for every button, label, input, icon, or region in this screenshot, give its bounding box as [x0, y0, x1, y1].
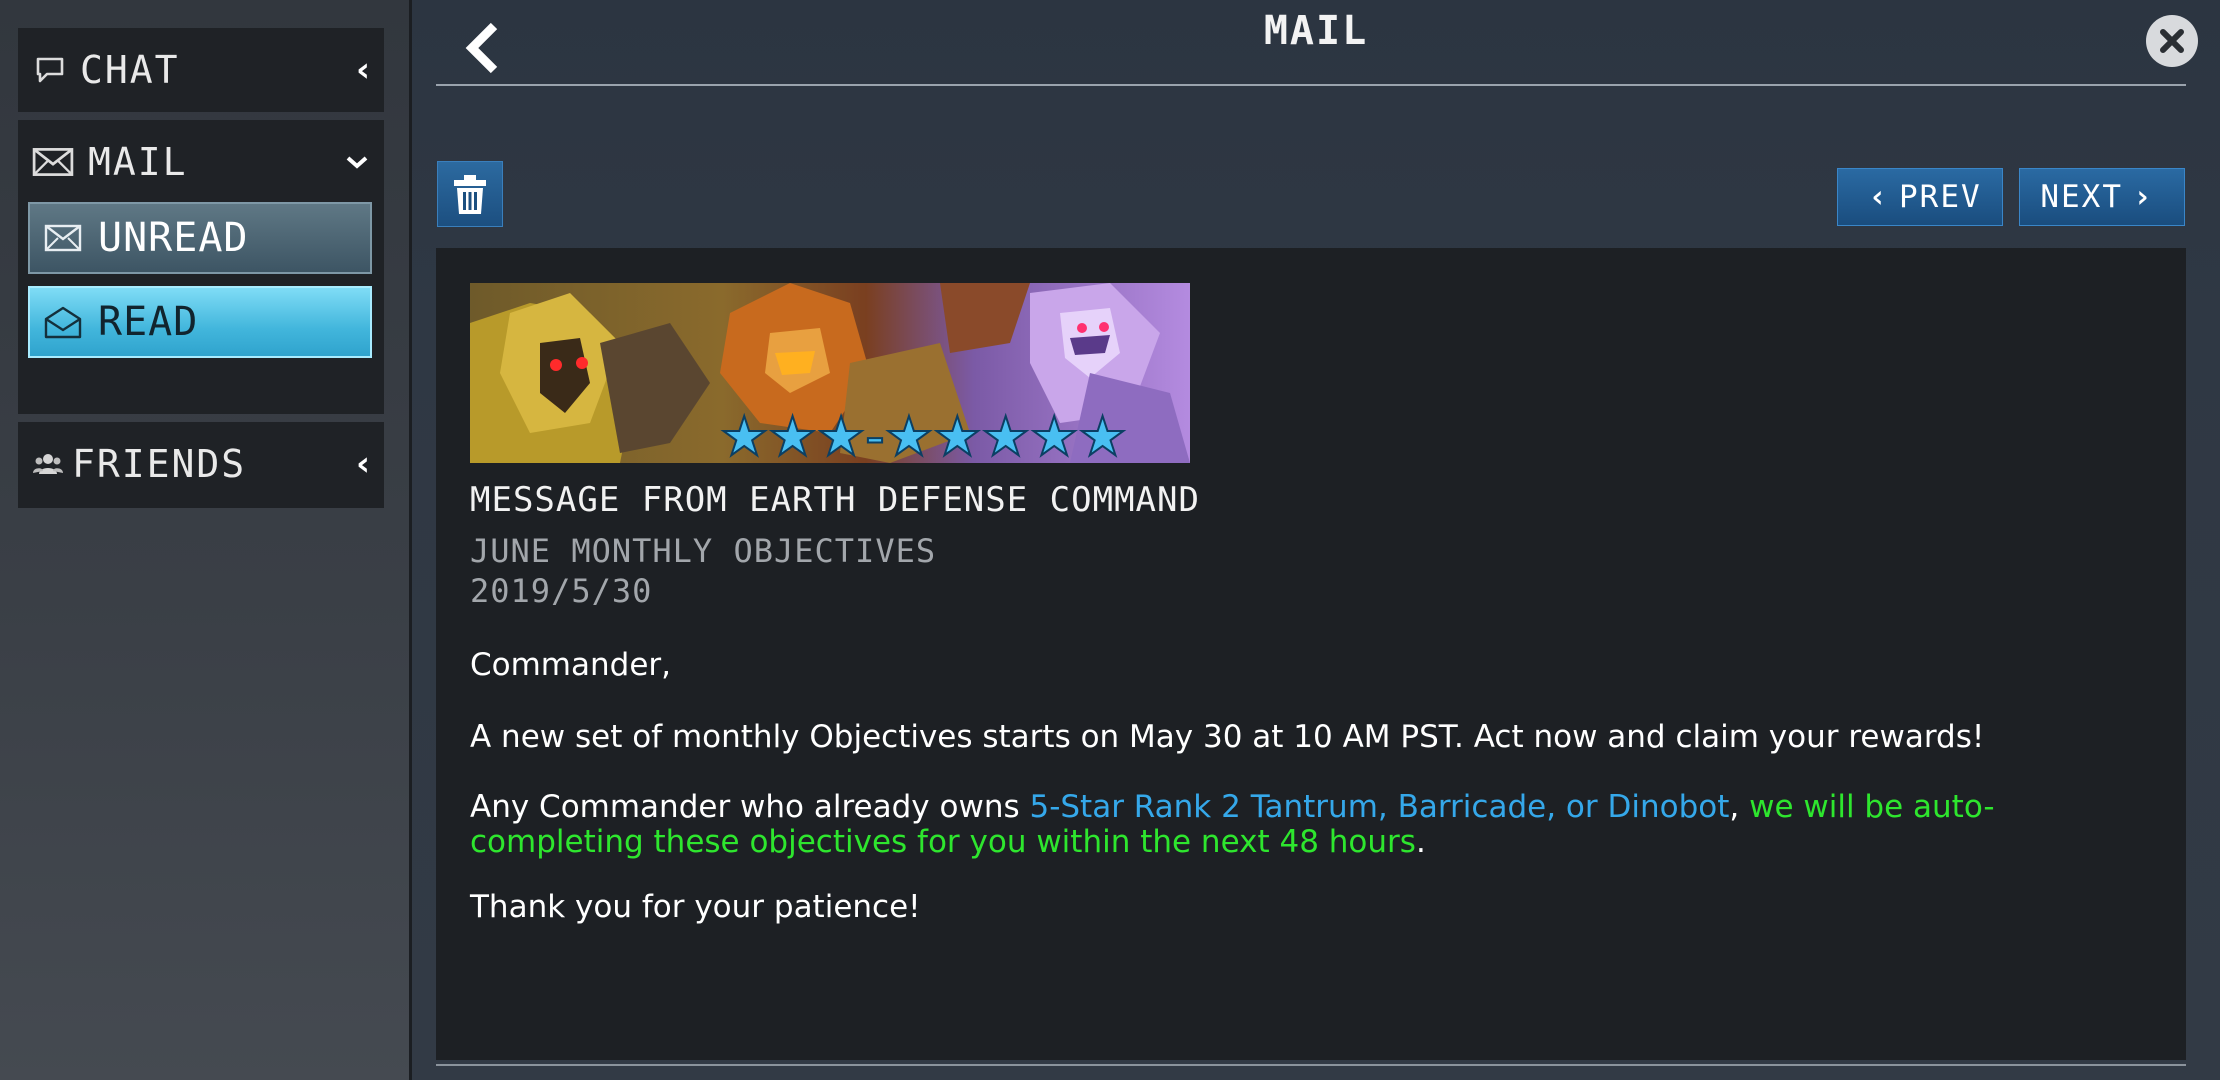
sidebar: CHAT ‹ MAIL UNREAD READ FRIENDS ‹: [0, 0, 412, 1080]
paragraph-text: .: [1415, 824, 1426, 860]
message-panel: ★★★-★★★★★ MESSAGE FROM EARTH DEFENSE COM…: [436, 248, 2186, 1060]
chat-header[interactable]: CHAT ‹: [18, 28, 384, 112]
next-button[interactable]: NEXT ›: [2019, 168, 2185, 226]
next-label: NEXT: [2040, 179, 2123, 215]
sidebar-item-read[interactable]: READ: [28, 286, 372, 358]
sidebar-section-mail: MAIL UNREAD READ: [18, 120, 384, 414]
envelope-icon: [44, 224, 82, 252]
chat-label: CHAT: [80, 48, 180, 92]
mail-header[interactable]: MAIL: [18, 120, 384, 204]
friends-label: FRIENDS: [72, 442, 247, 486]
page-title: MAIL: [1263, 8, 1369, 54]
prev-button[interactable]: ‹ PREV: [1837, 168, 2003, 226]
message-banner-image: ★★★-★★★★★: [470, 283, 1190, 463]
highlight-text: 5-Star Rank 2 Tantrum, Barricade, or Din…: [1029, 789, 1730, 825]
banner-artwork: ★★★-★★★★★: [470, 283, 1190, 463]
close-button[interactable]: [2146, 15, 2198, 67]
panel-divider: [436, 1064, 2186, 1066]
chevron-left-icon: ‹: [1868, 179, 1889, 215]
message-paragraph: A new set of monthly Objectives starts o…: [470, 719, 1985, 755]
paragraph-text: ,: [1729, 789, 1750, 825]
chevron-left-icon: ‹: [355, 444, 370, 484]
rank-stars: ★★★-★★★★★: [720, 405, 1127, 463]
trash-icon: [454, 175, 486, 214]
title-divider: [436, 84, 2186, 86]
sidebar-item-label: UNREAD: [98, 215, 249, 261]
close-icon: [2160, 29, 2184, 53]
main-area: MAIL ‹ PREV NEXT › ★★★-★★★★★ MESSAGE FRO…: [412, 0, 2220, 1080]
sidebar-item-unread[interactable]: UNREAD: [28, 202, 372, 274]
chevron-right-icon: ›: [2132, 179, 2154, 215]
chevron-down-icon: [346, 156, 368, 169]
mail-icon: [32, 148, 74, 176]
chevron-left-icon: ‹: [355, 50, 370, 90]
friends-icon: [33, 454, 63, 474]
delete-button[interactable]: [437, 161, 503, 227]
chat-icon: [36, 57, 64, 83]
message-subtitle: JUNE MONTHLY OBJECTIVES: [470, 532, 937, 570]
open-envelope-icon: [44, 306, 82, 339]
mail-label: MAIL: [88, 140, 188, 184]
sidebar-section-chat[interactable]: CHAT ‹: [18, 28, 384, 112]
sidebar-section-friends[interactable]: FRIENDS ‹: [18, 422, 384, 508]
message-greeting: Commander,: [470, 647, 672, 683]
message-date: 2019/5/30: [470, 572, 653, 610]
message-title: MESSAGE FROM EARTH DEFENSE COMMAND: [470, 480, 1200, 520]
friends-header[interactable]: FRIENDS ‹: [18, 422, 384, 506]
prev-label: PREV: [1899, 179, 1982, 215]
message-closing: Thank you for your patience!: [470, 889, 921, 925]
paragraph-text: Any Commander who already owns: [470, 789, 1030, 825]
message-paragraph: Any Commander who already owns 5-Star Ra…: [470, 790, 2110, 860]
sidebar-item-label: READ: [98, 299, 199, 345]
